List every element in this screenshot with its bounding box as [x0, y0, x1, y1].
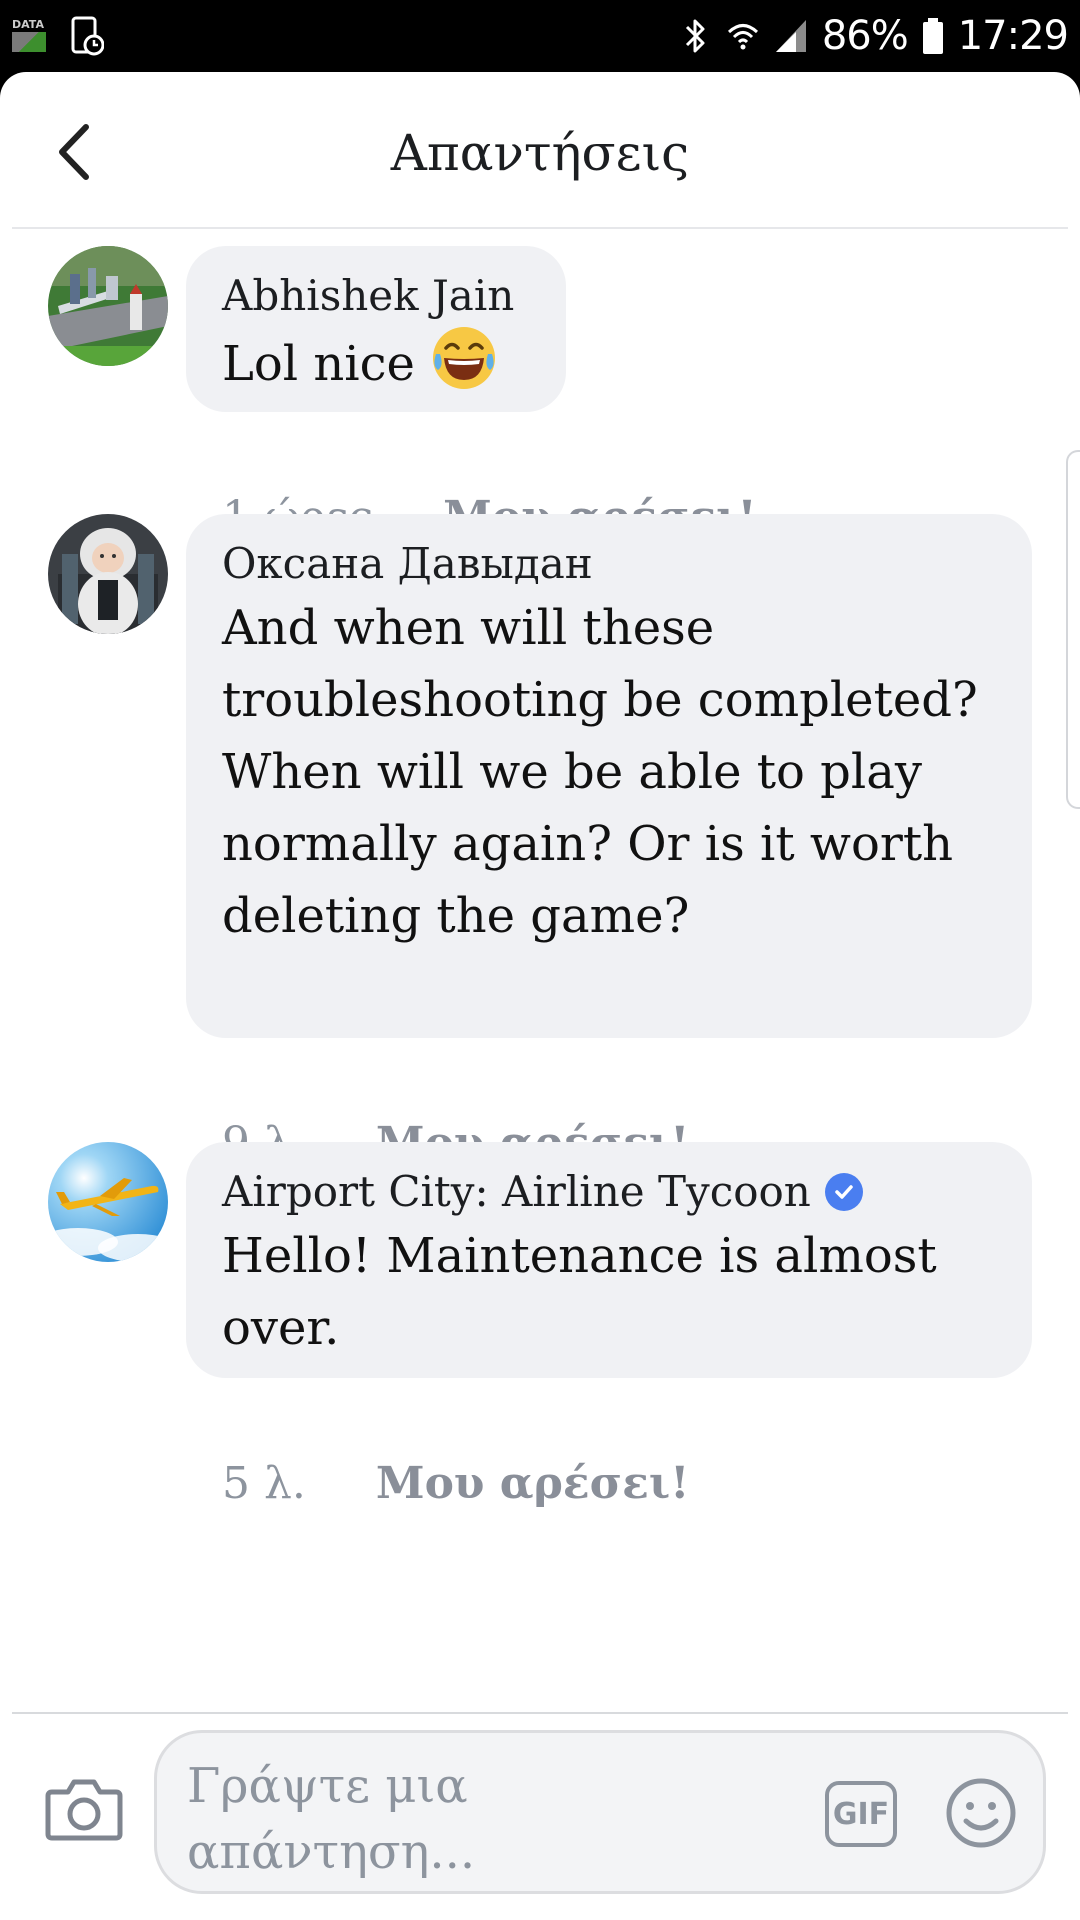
gif-button[interactable]: GIF: [825, 1781, 897, 1847]
comment-author[interactable]: Оксана Давыдан: [222, 536, 996, 592]
smiley-icon[interactable]: [945, 1777, 1017, 1849]
avatar[interactable]: [48, 246, 168, 366]
comment-bubble[interactable]: Оксана Давыдан And when will these troub…: [186, 514, 1032, 1038]
comment-author[interactable]: Airport City: Airline Tycoon: [222, 1164, 811, 1220]
comment-bubble[interactable]: Abhishek Jain Lol nice: [186, 246, 566, 412]
page-title: Απαντήσεις: [390, 124, 690, 182]
battery-percent: 86%: [821, 13, 909, 59]
wifi-icon: [727, 24, 758, 50]
status-bar: DATA 86% 17:29: [0, 0, 1080, 72]
header-divider: [12, 227, 1068, 229]
comment-text: Lol nice: [222, 324, 530, 400]
comment-bubble[interactable]: Airport City: Airline Tycoon Hello! Main…: [186, 1142, 1032, 1378]
verified-badge-icon: [824, 1173, 863, 1211]
like-button[interactable]: Μου αρέσει!: [376, 1458, 690, 1509]
comment-text-content: Lol nice: [222, 336, 415, 392]
battery-icon: [922, 18, 943, 54]
composer-divider: [12, 1712, 1068, 1714]
signal-icon: [775, 20, 806, 52]
status-right: 86% 17:29: [678, 10, 1069, 62]
reply-placeholder: Γράψτε μια απάντηση...: [187, 1758, 476, 1880]
reply-input[interactable]: Γράψτε μια απάντηση... GIF: [154, 1730, 1046, 1894]
comment-text: And when will these troubleshooting be c…: [222, 600, 978, 944]
comment-meta: 5 λ. Μου αρέσει!: [222, 1458, 689, 1509]
comment-author-row: Airport City: Airline Tycoon: [222, 1164, 996, 1220]
replies-screen: Απαντήσεις Abhishek Jain Lol nice Оксана…: [0, 72, 1080, 1920]
comment-author[interactable]: Abhishek Jain: [222, 268, 530, 324]
status-left: DATA: [10, 14, 104, 58]
clock: 17:29: [957, 13, 1069, 59]
avatar[interactable]: [48, 1142, 168, 1262]
comment-time: 5 λ.: [222, 1458, 306, 1509]
phone-clock-icon: [71, 16, 104, 56]
header: Απαντήσεις: [0, 72, 1080, 229]
data-label: DATA: [12, 18, 44, 31]
scroll-indicator: [1066, 450, 1080, 809]
camera-icon[interactable]: [44, 1774, 124, 1844]
mobile-data-icon: DATA: [10, 18, 48, 54]
laughing-tears-emoji-icon: [433, 327, 496, 389]
avatar[interactable]: [48, 514, 168, 634]
bluetooth-icon: [685, 19, 705, 53]
comment-text: Hello! Maintenance is almost over.: [222, 1228, 937, 1356]
